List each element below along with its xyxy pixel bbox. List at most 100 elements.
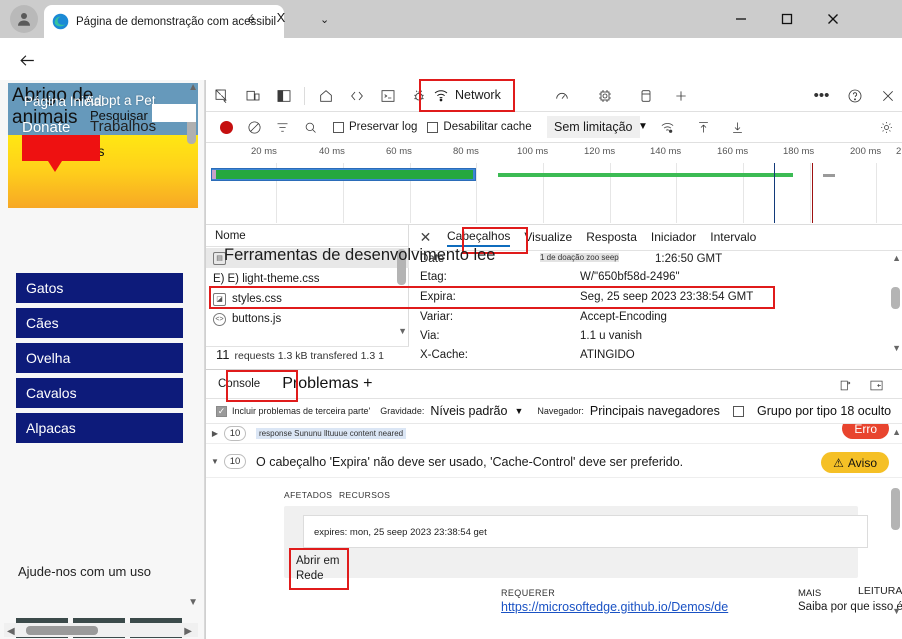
preserve-log-checkbox[interactable]: Preservar log [333,121,417,133]
requester-label: REQUERER [501,588,555,598]
header-name: Variar: [420,311,453,329]
issue-row[interactable]: ▶ 10 response Sununu lltuuue content nea… [206,424,902,444]
memory-chip-icon[interactable] [589,80,620,111]
group-by-type-checkbox[interactable] [733,406,744,417]
drawer-settings-icon[interactable] [834,375,856,395]
details-overlay-text: 1 de doação zoo seep [540,253,619,262]
request-row[interactable]: E) E) light-theme.css [206,269,409,289]
dock-side-icon[interactable] [268,80,299,111]
window-minimize-button[interactable] [718,0,764,38]
export-har-icon[interactable] [723,113,751,141]
issue-expand-icon[interactable]: ▶ [206,429,224,438]
details-scroll-up-icon[interactable]: ▲ [892,253,901,263]
tab-headers[interactable]: Cabeçalhos [447,229,510,247]
stylesheet-icon: ◪ [213,293,226,306]
chevron-down-icon[interactable]: ⌄ [320,13,329,26]
window-close-button[interactable] [810,0,856,38]
requests-column-header[interactable]: Nome [206,225,409,247]
request-name-overlay: Ferramentas de desenvolvimento lee [224,246,495,265]
page-scroll-left-icon[interactable]: ◀ [7,626,15,637]
clear-network-log-icon[interactable] [240,113,268,141]
timeline-tick: 140 ms [650,146,681,157]
disable-cache-checkbox[interactable]: Desabilitar cache [427,121,531,133]
nav-item-home[interactable]: Página Inicial [24,94,104,109]
inspect-element-icon[interactable] [206,80,237,111]
network-overview-timeline[interactable]: 20 ms 40 ms 60 ms 80 ms 100 ms 120 ms 14… [206,143,902,225]
include-third-party-checkbox[interactable]: ✓ [216,406,227,417]
issue-row[interactable]: ▼ 10 O cabeçalho 'Expira' não deve ser u… [206,446,902,478]
header-value: Accept-Encoding [580,311,667,329]
issue-count: 10 [224,454,246,469]
severity-caret-icon[interactable]: ▼ [514,406,523,416]
throttling-caret-icon[interactable]: ▼ [638,121,648,132]
device-emulation-icon[interactable] [237,80,268,111]
browser-tab-title: Página de demonstração com acessibilidad… [76,16,276,28]
nav-item-donate[interactable]: Donate [22,119,70,136]
tab-close-icon[interactable]: X [274,11,288,25]
tab-response[interactable]: Resposta [586,230,637,246]
details-vertical-scrollbar[interactable] [891,287,900,309]
load-event-marker [812,163,813,223]
category-button-gatos[interactable]: Gatos [16,273,183,303]
request-name: styles.css [232,293,282,305]
requester-link[interactable]: https://microsoftedge.github.io/Demos/de [501,600,728,614]
close-details-icon[interactable]: ✕ [418,230,433,245]
subtab-resources[interactable]: RECURSOS [339,490,390,500]
page-scroll-up-icon[interactable]: ▲ [188,82,198,93]
page-scroll-right-icon[interactable]: ▶ [184,626,192,637]
issues-scroll-down-icon[interactable]: ▼ [892,606,901,616]
issue-collapse-icon[interactable]: ▼ [206,457,224,466]
import-har-icon[interactable] [689,113,717,141]
header-name: Via: [420,330,440,348]
drawer-close-icon[interactable] [865,375,887,395]
elements-code-icon[interactable] [341,80,372,111]
status-badge-error: Erro [842,424,889,439]
request-row[interactable]: <> buttons.js [206,309,409,329]
severity-value[interactable]: Níveis padrão [430,404,507,418]
subtab-affected[interactable]: AFETADOS [284,490,332,500]
network-settings-gear-icon[interactable] [872,113,900,141]
console-icon[interactable] [372,80,403,111]
network-conditions-icon[interactable] [653,113,681,141]
header-value: W/"650bf58d-2496" [580,271,680,289]
filter-icon[interactable] [268,113,296,141]
page-horizontal-scrollbar[interactable] [26,626,98,635]
window-maximize-button[interactable] [764,0,810,38]
category-button-ovelha[interactable]: Ovelha [16,343,183,373]
category-button-alpacas[interactable]: Alpacas [16,413,183,443]
add-panel-icon[interactable] [665,80,696,111]
tab-preview[interactable]: Visualize [524,230,572,246]
devtools-close-icon[interactable] [872,80,902,111]
search-icon[interactable] [296,113,324,141]
application-storage-icon[interactable] [630,80,661,111]
devtools-more-icon[interactable]: ••• [806,80,837,111]
issue-evidence-text: expires: mon, 25 seep 2023 23:38:54 get [314,527,487,538]
category-button-caes[interactable]: Cães [16,308,183,338]
issues-vertical-scrollbar[interactable] [891,488,900,530]
back-button[interactable] [14,47,40,73]
browser-filter-value[interactable]: Principais navegadores [590,404,720,418]
help-icon[interactable] [839,80,870,111]
site-search-input[interactable] [152,104,196,122]
profile-avatar-icon[interactable] [10,5,38,33]
welcome-home-icon[interactable] [310,80,341,111]
issues-scroll-up-icon[interactable]: ▲ [892,427,901,437]
include-third-party-label: Incluir problemas de terceira parte' [232,406,370,416]
page-scroll-down-icon[interactable]: ▼ [188,597,198,608]
more-label: MAIS [798,588,821,599]
performance-icon[interactable] [546,80,577,111]
category-button-cavalos[interactable]: Cavalos [16,378,183,408]
throttling-dropdown[interactable]: Sem limitação [547,116,640,138]
open-in-network-link[interactable]: Abrir em Rede [296,554,354,584]
tab-network[interactable]: Network [425,80,509,112]
tab-timing[interactable]: Intervalo [710,230,756,246]
request-row[interactable]: ◪ styles.css [206,289,409,309]
tab-initiator[interactable]: Iniciador [651,230,696,246]
tab-issues[interactable]: Problemas + [282,375,372,393]
details-scroll-down-icon[interactable]: ▼ [892,343,901,353]
record-network-log-button[interactable] [212,113,240,141]
tab-console[interactable]: Console [218,378,260,390]
header-name: Etag: [420,271,447,289]
requests-scroll-down-icon[interactable]: ▼ [398,326,407,336]
tab-network-label: Network [455,88,501,102]
